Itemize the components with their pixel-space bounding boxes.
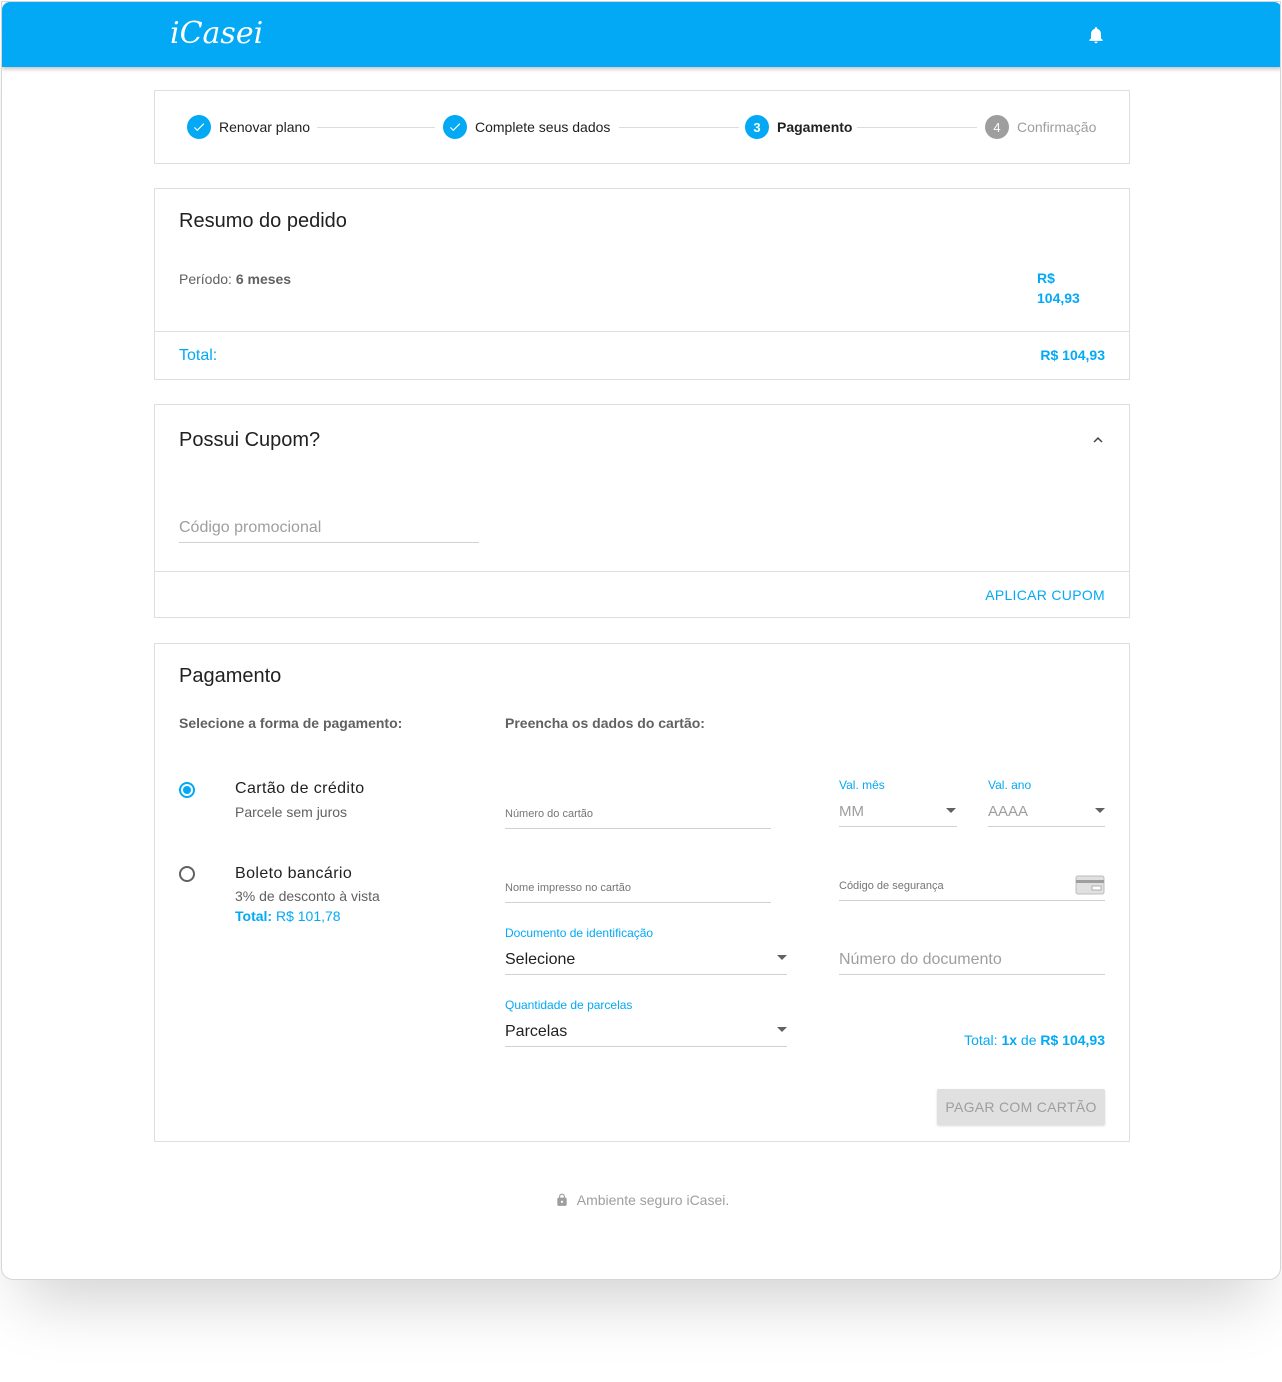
doc-number-underline: [839, 974, 1105, 975]
payment-title: Pagamento: [179, 665, 282, 687]
card-total-value: R$ 104,93: [1040, 1032, 1105, 1048]
doc-type-underline: [505, 974, 787, 975]
price-amount: 104,93: [1037, 290, 1080, 306]
checkout-stepper: Renovar plano Complete seus dados 3 Paga…: [154, 90, 1130, 164]
step-connector: [619, 127, 739, 128]
method-boleto-subtitle: 3% de desconto à vista: [235, 888, 380, 904]
cvv-underline: [839, 900, 1105, 901]
credit-card-icon: [1075, 875, 1105, 895]
divider: [155, 331, 1129, 332]
step-connector: [857, 127, 977, 128]
step-complete-seus-dados[interactable]: Complete seus dados: [443, 115, 610, 139]
card-number-underline: [505, 828, 771, 829]
period-price: R$ 104,93: [1037, 268, 1080, 308]
method-boleto-total: Total: R$ 101,78: [235, 908, 341, 924]
step-label: Pagamento: [777, 119, 853, 135]
apply-coupon-button[interactable]: APLICAR CUPOM: [985, 587, 1105, 603]
caret-down-icon: [777, 1027, 787, 1032]
check-icon: [187, 115, 211, 139]
total-value: R$ 104,93: [1040, 347, 1105, 363]
installments-select[interactable]: Parcelas: [505, 1023, 567, 1041]
radio-credit-card[interactable]: [179, 782, 195, 798]
bell-icon[interactable]: [1086, 24, 1106, 46]
card-number-input[interactable]: Número do cartão: [505, 808, 593, 820]
step-number: 4: [985, 115, 1009, 139]
year-label: Val. ano: [988, 778, 1032, 792]
card-total: Total: 1x de R$ 104,93: [964, 1032, 1105, 1048]
step-label: Confirmação: [1017, 119, 1097, 135]
card-name-underline: [505, 902, 771, 903]
pay-with-card-button[interactable]: PAGAR COM CARTÃO: [937, 1089, 1105, 1125]
step-pagamento[interactable]: 3 Pagamento: [745, 115, 852, 139]
divider: [155, 571, 1129, 572]
promo-code-underline: [179, 542, 479, 543]
step-label: Renovar plano: [219, 119, 311, 135]
caret-down-icon: [946, 808, 956, 813]
secure-footer: Ambiente seguro iCasei.: [2, 1192, 1280, 1208]
lock-icon: [557, 1193, 567, 1206]
select-method-label: Selecione a forma de pagamento:: [179, 715, 403, 731]
step-label: Complete seus dados: [475, 119, 611, 135]
boleto-total-value: R$ 101,78: [275, 908, 341, 924]
card-total-label: Total:: [964, 1032, 998, 1048]
doc-number-input[interactable]: Número do documento: [839, 951, 1002, 969]
order-summary-card: Resumo do pedido Período: 6 meses R$ 104…: [154, 188, 1130, 380]
method-boleto-title: Boleto bancário: [235, 865, 353, 882]
period-row: Período: 6 meses: [179, 271, 291, 287]
payment-card: Pagamento Selecione a forma de pagamento…: [154, 643, 1130, 1142]
card-total-count: 1x: [1001, 1032, 1018, 1048]
installments-label: Quantidade de parcelas: [505, 998, 633, 1012]
app-window: iCasei Renovar plano Complete seus dados…: [1, 1, 1281, 1280]
installments-underline: [505, 1046, 787, 1047]
summary-title: Resumo do pedido: [179, 210, 347, 232]
caret-down-icon: [777, 955, 787, 960]
boleto-total-label: Total:: [235, 908, 273, 924]
method-credit-card-title: Cartão de crédito: [235, 780, 365, 797]
top-app-bar: iCasei: [2, 2, 1280, 67]
step-confirmacao[interactable]: 4 Confirmação: [985, 115, 1096, 139]
promo-code-input[interactable]: Código promocional: [179, 519, 321, 537]
period-value: 6 meses: [235, 271, 292, 287]
cvv-input[interactable]: Código de segurança: [839, 880, 944, 892]
card-data-label: Preencha os dados do cartão:: [505, 715, 705, 731]
price-currency: R$: [1037, 270, 1055, 286]
card-name-input[interactable]: Nome impresso no cartão: [505, 882, 631, 894]
year-underline: [988, 826, 1105, 827]
month-underline: [839, 826, 957, 827]
year-select[interactable]: AAAA: [988, 803, 1028, 820]
period-label: Período:: [179, 271, 232, 287]
method-credit-card-subtitle: Parcele sem juros: [235, 804, 348, 820]
total-label: Total:: [179, 347, 218, 364]
step-renovar-plano[interactable]: Renovar plano: [187, 115, 310, 139]
secure-text: Ambiente seguro iCasei.: [576, 1192, 730, 1208]
step-number: 3: [745, 115, 769, 139]
month-select[interactable]: MM: [839, 803, 864, 820]
month-label: Val. mês: [839, 778, 885, 792]
card-total-de: de: [1020, 1032, 1037, 1048]
caret-down-icon: [1095, 808, 1105, 813]
doc-type-label: Documento de identificação: [505, 926, 654, 940]
step-connector: [317, 127, 435, 128]
icasei-logo[interactable]: iCasei: [170, 16, 263, 51]
chevron-up-icon[interactable]: [1089, 431, 1107, 449]
check-icon: [443, 115, 467, 139]
coupon-title: Possui Cupom?: [179, 429, 321, 451]
doc-type-select[interactable]: Selecione: [505, 951, 575, 969]
coupon-card: Possui Cupom? Código promocional APLICAR…: [154, 404, 1130, 618]
radio-boleto[interactable]: [179, 866, 195, 882]
